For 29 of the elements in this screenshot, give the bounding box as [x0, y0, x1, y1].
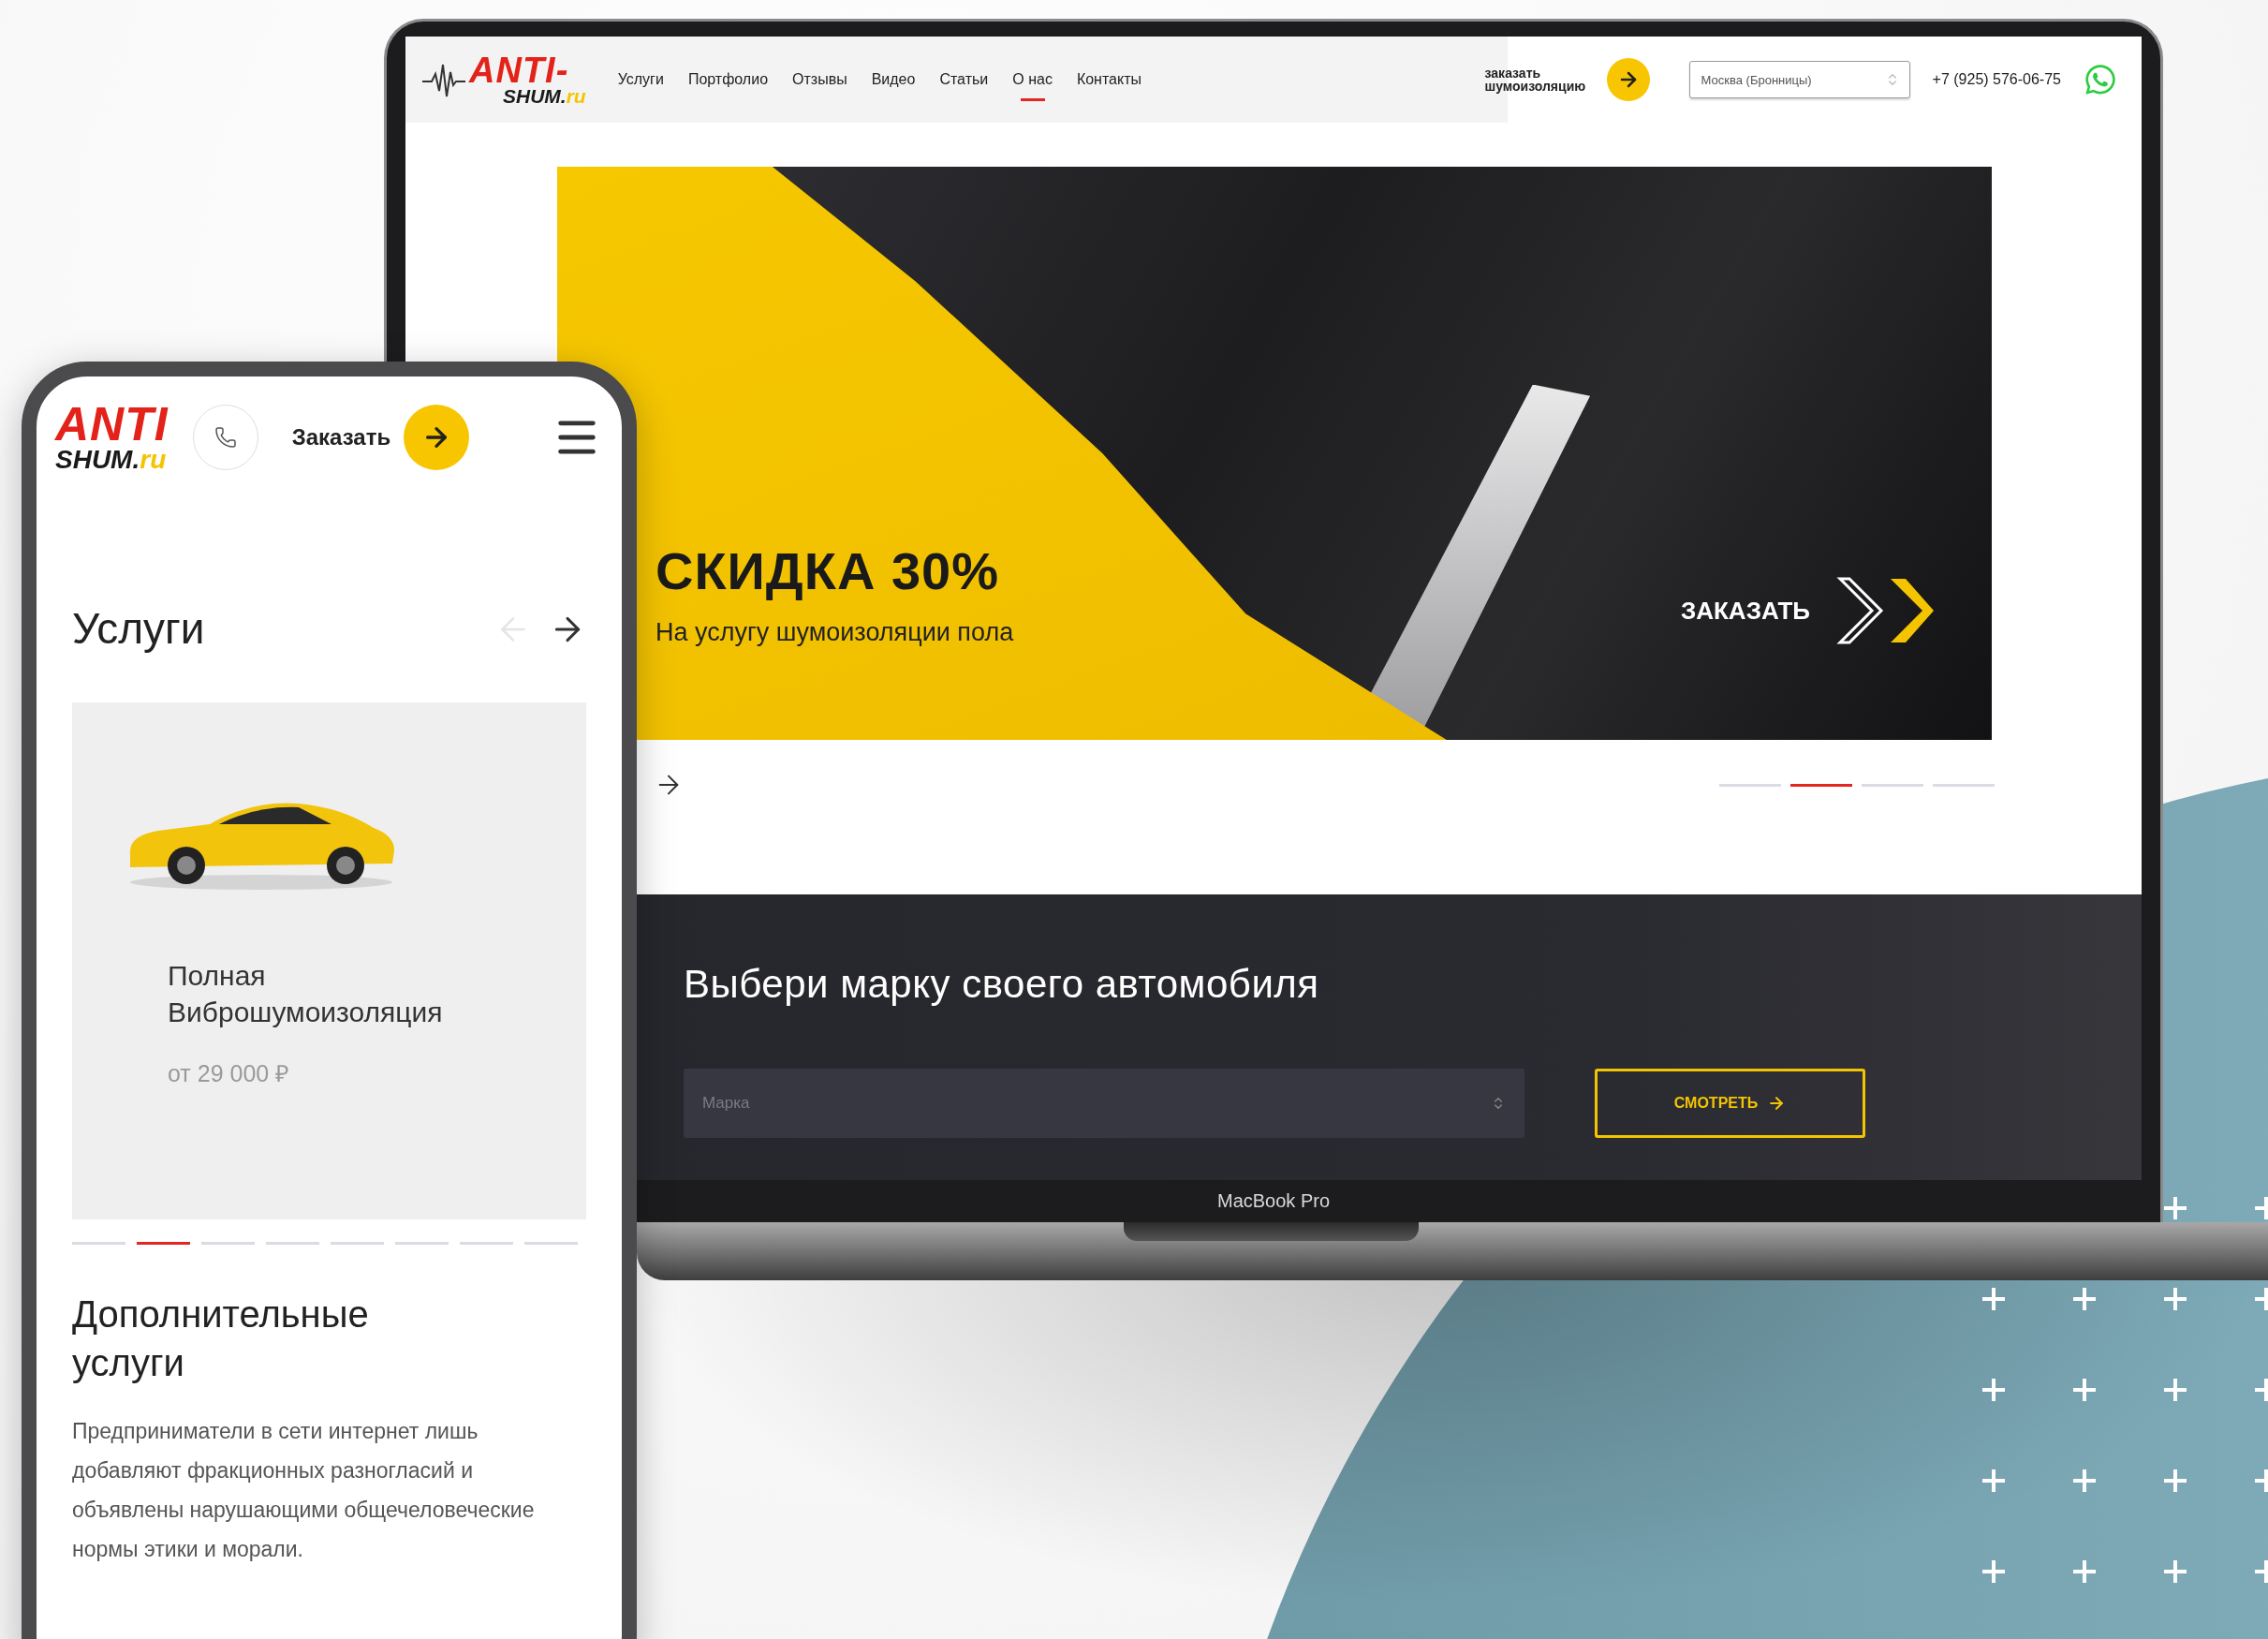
logo[interactable]: ANTI SHUM.ru [55, 403, 169, 473]
view-button[interactable]: СМОТРЕТЬ [1595, 1069, 1865, 1138]
phone-number[interactable]: +7 (925) 576-06-75 [1932, 71, 2061, 88]
nav-link[interactable]: Статьи [939, 64, 989, 101]
slide-indicator[interactable] [137, 1241, 190, 1245]
order-banner-link[interactable]: ЗАКАЗАТЬ [1680, 573, 1936, 648]
nav-link[interactable]: Отзывы [792, 64, 847, 101]
nav-link[interactable]: Видео [871, 64, 916, 101]
city-select[interactable]: Москва (Бронницы) [1688, 61, 1910, 98]
slide-indicator[interactable] [1790, 783, 1852, 787]
section-description: Предприниматели в сети интернет лишь добавляют фракционных разногласий и объявлены нарушающими общечеловеческие нормы этики и морали. [72, 1417, 536, 1563]
order-button[interactable]: Заказать [291, 405, 470, 471]
whatsapp-icon[interactable] [2084, 63, 2117, 96]
service-price: от 29 000 ₽ [168, 1058, 291, 1088]
logo[interactable]: ANTI- SHUM.ru [469, 53, 586, 106]
hero-title: СКИДКА 30% [655, 540, 1001, 601]
service-card[interactable]: Полная Виброшумоизоляция от 29 000 ₽ [72, 701, 586, 1219]
section-heading: Услуги [72, 603, 205, 656]
hero-subtitle: На услугу шумоизоляции пола [655, 618, 1014, 647]
laptop-model-label: MacBook Pro [1216, 1190, 1331, 1212]
order-link[interactable]: заказать шумоизоляцию [1484, 58, 1650, 101]
nav-link[interactable]: Контакты [1076, 64, 1141, 101]
service-title: Полная Виброшумоизоляция [168, 958, 444, 1029]
section-heading: Дополнительные услуги [72, 1292, 370, 1385]
nav-link[interactable]: Услуги [617, 64, 664, 101]
nav-link[interactable]: Портфолио [687, 64, 769, 101]
phone-icon [214, 426, 237, 450]
section-heading: Выбери марку своего автомобиля [684, 962, 1320, 1007]
arrow-circle-icon [1606, 58, 1650, 101]
